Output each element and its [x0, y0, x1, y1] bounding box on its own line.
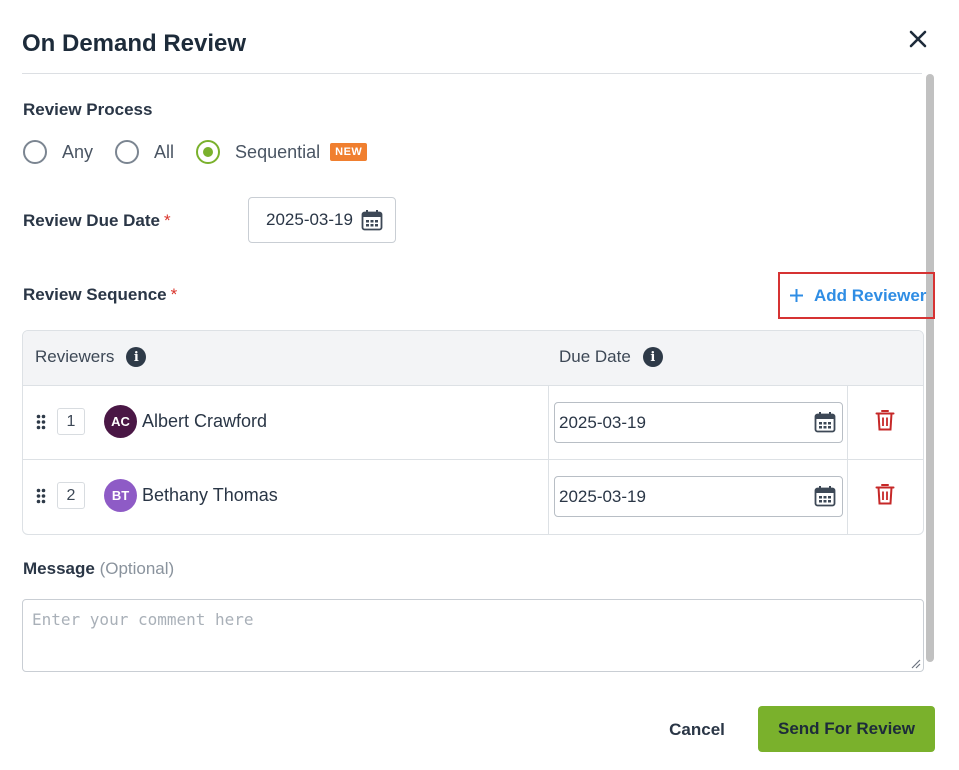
- info-icon[interactable]: i: [126, 347, 147, 367]
- radio-label: Sequential: [235, 141, 321, 162]
- calendar-icon[interactable]: [814, 411, 836, 433]
- reviewer-name: Albert Crawford: [142, 411, 268, 431]
- radio-all[interactable]: All: [115, 140, 174, 164]
- trash-icon[interactable]: [875, 409, 895, 431]
- review-sequence-label-text: Review Sequence: [23, 285, 167, 304]
- cancel-button[interactable]: Cancel: [653, 709, 741, 751]
- table-header: Reviewers i Due Date i: [23, 331, 923, 386]
- header-divider: [22, 73, 922, 74]
- column-divider: [548, 386, 549, 534]
- review-due-date-input[interactable]: 2025-03-19: [248, 197, 396, 243]
- message-label-text: Message: [23, 559, 95, 578]
- send-for-review-button[interactable]: Send For Review: [758, 706, 935, 752]
- review-due-date-value: 2025-03-19: [266, 210, 353, 229]
- table-row: 1 AC Albert Crawford 2025-03-19: [23, 386, 923, 460]
- review-due-date-label-text: Review Due Date: [23, 211, 160, 230]
- review-due-date-label: Review Due Date *: [23, 211, 171, 231]
- column-header-due-date: Due Date i: [559, 347, 663, 367]
- new-badge: NEW: [330, 143, 368, 161]
- radio-circle[interactable]: [196, 140, 221, 164]
- dialog-title: On Demand Review: [22, 30, 247, 57]
- reviewer-name: Bethany Thomas: [142, 485, 278, 505]
- reviewer-due-date-value: 2025-03-19: [559, 486, 646, 506]
- order-number: 1: [57, 408, 85, 435]
- add-reviewer-label: Add Reviewer: [814, 285, 927, 305]
- column-header-label: Due Date: [559, 347, 631, 366]
- review-sequence-label: Review Sequence *: [23, 285, 177, 305]
- scrollbar-thumb[interactable]: [926, 74, 934, 662]
- close-button[interactable]: [904, 28, 932, 52]
- calendar-icon[interactable]: [361, 209, 383, 231]
- review-process-options: Any All Sequential NEW: [23, 138, 389, 166]
- avatar: BT: [104, 479, 137, 512]
- drag-handle-icon[interactable]: [36, 488, 46, 504]
- resize-grip-icon[interactable]: [910, 658, 921, 669]
- calendar-icon[interactable]: [814, 485, 836, 507]
- order-number: 2: [57, 482, 85, 509]
- radio-circle[interactable]: [23, 140, 47, 164]
- radio-label: All: [154, 141, 175, 162]
- required-asterisk: *: [164, 211, 171, 230]
- message-textarea[interactable]: [22, 599, 924, 672]
- required-asterisk: *: [170, 285, 178, 304]
- optional-note: (Optional): [99, 559, 175, 578]
- radio-sequential[interactable]: Sequential NEW: [196, 140, 368, 164]
- radio-circle[interactable]: [115, 140, 140, 164]
- info-icon[interactable]: i: [642, 347, 663, 367]
- column-divider: [847, 386, 848, 534]
- reviewer-due-date-input[interactable]: 2025-03-19: [554, 402, 843, 443]
- drag-handle-icon[interactable]: [36, 414, 46, 430]
- message-label: Message (Optional): [23, 559, 174, 579]
- column-header-label: Reviewers: [35, 347, 115, 366]
- column-header-reviewers: Reviewers i: [35, 347, 147, 367]
- review-process-label: Review Process: [23, 100, 153, 119]
- table-row: 2 BT Bethany Thomas 2025-03-19: [23, 460, 923, 534]
- radio-label: Any: [62, 141, 94, 162]
- reviewer-table: Reviewers i Due Date i 1 AC Albert Crawf…: [22, 330, 924, 535]
- reviewer-due-date-value: 2025-03-19: [559, 412, 646, 432]
- trash-icon[interactable]: [875, 483, 895, 505]
- add-reviewer-button[interactable]: Add Reviewer: [778, 272, 935, 319]
- radio-any[interactable]: Any: [23, 140, 93, 164]
- reviewer-due-date-input[interactable]: 2025-03-19: [554, 476, 843, 517]
- avatar: AC: [104, 405, 137, 438]
- close-icon: [909, 30, 927, 48]
- plus-icon: [790, 289, 803, 302]
